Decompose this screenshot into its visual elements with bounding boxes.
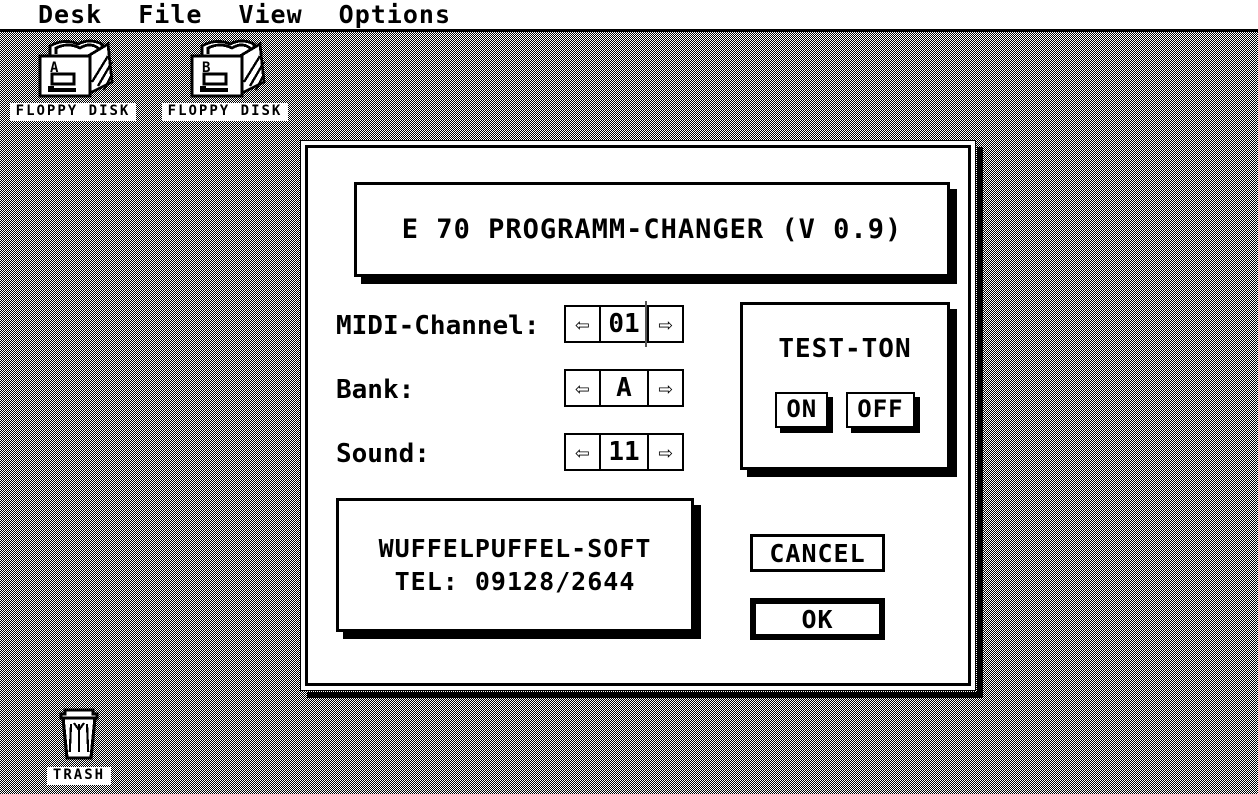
menu-item-file[interactable]: File	[138, 0, 202, 29]
trash-icon[interactable]	[14, 702, 144, 764]
desktop-icon-label: TRASH	[46, 767, 112, 785]
sound-stepper[interactable]: ⇦ 11 ⇨	[564, 433, 684, 471]
floppy-disk-icon[interactable]: B	[160, 38, 290, 100]
program-changer-dialog: E 70 PROGRAMM-CHANGER (V 0.9) MIDI-Chann…	[300, 140, 976, 691]
field-row-midi-channel: MIDI-Channel:	[336, 306, 540, 346]
field-row-sound: Sound:	[336, 434, 430, 474]
chevron-right-icon[interactable]: ⇨	[647, 307, 682, 341]
vendor-info-box: WUFFELPUFFEL-SOFT TEL: 09128/2644	[336, 498, 694, 632]
midi-channel-label: MIDI-Channel:	[336, 311, 540, 341]
vendor-name: WUFFELPUFFEL-SOFT	[378, 534, 652, 563]
test-tone-group: TEST-TON ON OFF	[740, 302, 950, 470]
bank-value[interactable]: A	[601, 371, 647, 405]
ok-button[interactable]: OK	[750, 598, 885, 640]
menu-item-view[interactable]: View	[238, 0, 302, 29]
test-tone-title: TEST-TON	[778, 334, 912, 364]
dialog-content: E 70 PROGRAMM-CHANGER (V 0.9) MIDI-Chann…	[305, 145, 971, 686]
test-tone-off-button[interactable]: OFF	[846, 392, 915, 428]
midi-channel-value-text: 01	[608, 309, 640, 339]
chevron-left-icon[interactable]: ⇦	[566, 435, 601, 469]
midi-channel-value[interactable]: 01	[601, 301, 647, 347]
sound-value[interactable]: 11	[601, 435, 647, 469]
chevron-right-icon[interactable]: ⇨	[647, 371, 682, 405]
desktop-icon-floppy-a[interactable]: A FLOPPY DISK	[8, 38, 138, 121]
midi-channel-stepper[interactable]: ⇦ 01 ⇨	[564, 301, 684, 347]
cancel-button[interactable]: CANCEL	[750, 534, 885, 572]
sound-label: Sound:	[336, 439, 430, 469]
chevron-right-icon[interactable]: ⇨	[647, 435, 682, 469]
text-cursor	[645, 301, 647, 347]
menu-bar: Desk File View Options	[0, 0, 1258, 32]
vendor-phone: TEL: 09128/2644	[394, 567, 636, 596]
dialog-shadow-bottom	[307, 692, 983, 698]
dialog-title-box: E 70 PROGRAMM-CHANGER (V 0.9)	[354, 182, 950, 277]
test-tone-buttons: ON OFF	[743, 392, 947, 428]
desktop-root: Desk File View Options A FLOPPY DISK B F…	[0, 0, 1258, 794]
desktop-icon-label: FLOPPY DISK	[161, 103, 289, 121]
floppy-disk-icon[interactable]: A	[8, 38, 138, 100]
test-tone-on-button[interactable]: ON	[775, 392, 829, 428]
desktop-icon-label: FLOPPY DISK	[9, 103, 137, 121]
desktop-icon-trash[interactable]: TRASH	[14, 702, 144, 785]
dialog-shadow-right	[977, 147, 983, 698]
dialog-title: E 70 PROGRAMM-CHANGER (V 0.9)	[401, 214, 903, 245]
desktop-icon-floppy-b[interactable]: B FLOPPY DISK	[160, 38, 290, 121]
menu-item-desk[interactable]: Desk	[38, 0, 102, 29]
field-row-bank: Bank:	[336, 370, 414, 410]
chevron-left-icon[interactable]: ⇦	[566, 371, 601, 405]
bank-label: Bank:	[336, 375, 415, 405]
menu-item-options[interactable]: Options	[339, 0, 451, 29]
chevron-left-icon[interactable]: ⇦	[566, 307, 601, 341]
bank-stepper[interactable]: ⇦ A ⇨	[564, 369, 684, 407]
